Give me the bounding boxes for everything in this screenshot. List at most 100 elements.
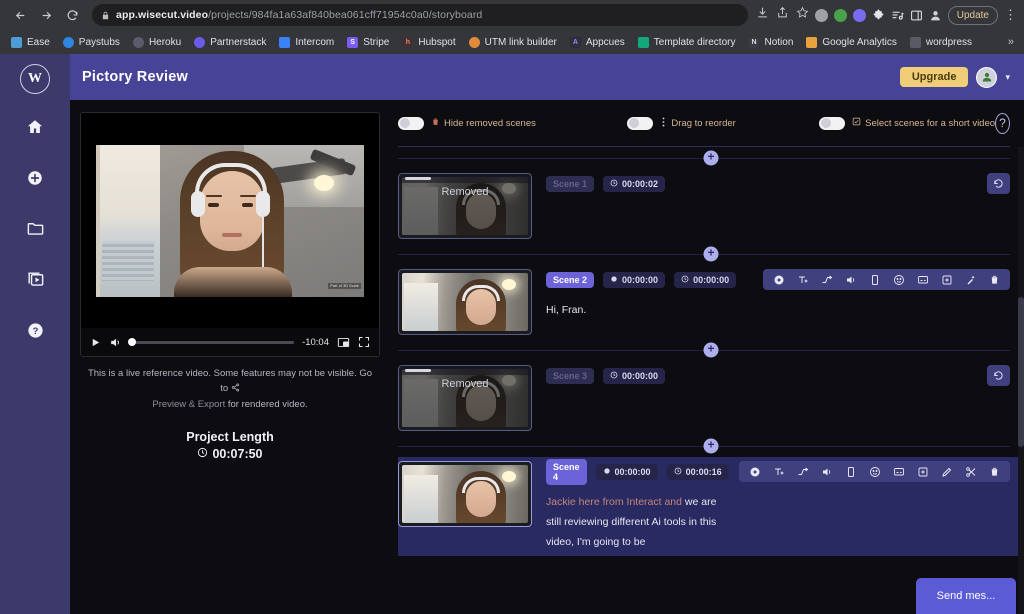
magic-wand-icon[interactable] bbox=[959, 270, 982, 289]
back-arrow-icon[interactable] bbox=[8, 3, 32, 27]
bookmarks-overflow-icon[interactable]: » bbox=[1008, 36, 1018, 48]
text-style-icon[interactable] bbox=[791, 270, 814, 289]
app-body: Part of 3D Scale -10:04 This is a live r… bbox=[70, 100, 1024, 614]
sidebar-item-video-library[interactable] bbox=[18, 265, 52, 299]
bookmark-item[interactable]: A Appcues bbox=[565, 35, 630, 50]
table-row[interactable]: Scene 2 00:00:00 00:00:00 Hi, Fran. bbox=[398, 265, 1024, 339]
scrollbar-thumb[interactable] bbox=[1018, 297, 1024, 447]
bookmark-item[interactable]: Partnerstack bbox=[189, 35, 271, 50]
sidebar-item-folder[interactable] bbox=[18, 214, 52, 248]
scene-thumbnail[interactable]: Removed bbox=[398, 173, 532, 239]
extensions-puzzle-icon[interactable] bbox=[872, 9, 885, 22]
extension-icon-3[interactable] bbox=[852, 8, 866, 22]
bookmark-item[interactable]: wordpress bbox=[905, 35, 977, 50]
crop-icon[interactable] bbox=[839, 462, 862, 481]
sticker-icon[interactable] bbox=[887, 270, 910, 289]
crop-icon[interactable] bbox=[863, 270, 886, 289]
delete-icon[interactable] bbox=[983, 462, 1006, 481]
side-panel-icon[interactable] bbox=[910, 9, 923, 22]
scene-transcript[interactable]: Hi, Fran. bbox=[546, 300, 749, 320]
bookmark-item[interactable]: Heroku bbox=[128, 35, 186, 50]
subtitle-icon[interactable] bbox=[887, 462, 910, 481]
add-scene-button[interactable]: + bbox=[703, 150, 719, 166]
sidebar-item-add[interactable] bbox=[18, 163, 52, 197]
subtitle-icon[interactable] bbox=[911, 270, 934, 289]
video-player[interactable]: Part of 3D Scale -10:04 bbox=[80, 112, 380, 357]
video-frame: Part of 3D Scale bbox=[96, 144, 364, 297]
forward-arrow-icon[interactable] bbox=[34, 3, 58, 27]
reload-icon[interactable] bbox=[60, 3, 84, 27]
add-icon bbox=[26, 169, 44, 192]
play-button[interactable] bbox=[90, 337, 101, 348]
video-stage[interactable]: Part of 3D Scale bbox=[81, 113, 379, 328]
wisecut-logo[interactable]: W bbox=[20, 64, 50, 94]
add-media-icon[interactable] bbox=[911, 462, 934, 481]
bookmark-item[interactable]: Paystubs bbox=[58, 35, 125, 50]
extension-icon-2[interactable] bbox=[833, 8, 847, 22]
address-bar[interactable]: app.wisecut.video/projects/984fa1a63af84… bbox=[92, 4, 748, 26]
reading-list-icon[interactable] bbox=[891, 9, 904, 22]
hide-removed-scenes-toggle[interactable] bbox=[398, 116, 424, 130]
delete-icon[interactable] bbox=[983, 270, 1006, 289]
play-circle-icon[interactable] bbox=[743, 462, 766, 481]
drag-to-reorder-toggle-group[interactable]: Drag to reorder bbox=[627, 116, 736, 130]
volume-icon[interactable] bbox=[815, 462, 838, 481]
chrome-menu-icon[interactable]: ⋮ bbox=[1004, 7, 1017, 23]
bookmark-item[interactable]: h Hubspot bbox=[397, 35, 460, 50]
add-scene-button[interactable]: + bbox=[703, 246, 719, 262]
volume-icon[interactable] bbox=[839, 270, 862, 289]
download-icon[interactable] bbox=[756, 6, 769, 24]
bookmark-item[interactable]: Ease bbox=[6, 35, 55, 50]
scene-duration-text: 00:00:16 bbox=[685, 466, 722, 477]
table-row[interactable]: Scene 4 00:00:00 00:00:16 Jackie here fr… bbox=[398, 457, 1024, 556]
bookmark-star-icon[interactable] bbox=[796, 6, 809, 24]
profile-avatar-icon[interactable] bbox=[929, 9, 942, 22]
scrollbar-track[interactable] bbox=[1018, 147, 1024, 614]
preview-export-link[interactable]: Preview & Export bbox=[152, 399, 225, 410]
share-icon[interactable] bbox=[776, 6, 789, 24]
bookmark-item[interactable]: Google Analytics bbox=[801, 35, 902, 50]
sticker-icon[interactable] bbox=[863, 462, 886, 481]
seek-handle[interactable] bbox=[128, 338, 136, 346]
seek-bar[interactable] bbox=[128, 338, 295, 346]
table-row[interactable]: Removed Scene 1 00:00:02 bbox=[398, 169, 1024, 243]
scene-meta: Scene 4 00:00:00 00:00:16 Jackie here fr… bbox=[546, 458, 729, 552]
select-scenes-toggle[interactable] bbox=[819, 116, 846, 130]
fullscreen-icon[interactable] bbox=[358, 336, 370, 348]
sidebar-item-home[interactable] bbox=[18, 112, 52, 146]
upgrade-button[interactable]: Upgrade bbox=[899, 67, 969, 87]
table-row[interactable]: Removed Scene 3 00:00:00 bbox=[398, 361, 1024, 435]
bookmark-item[interactable]: UTM link builder bbox=[464, 35, 562, 50]
drag-to-reorder-toggle[interactable] bbox=[627, 116, 654, 130]
transition-icon[interactable] bbox=[815, 270, 838, 289]
sidebar-item-help[interactable]: ? bbox=[18, 316, 52, 350]
volume-icon[interactable] bbox=[109, 336, 122, 349]
scissors-icon[interactable] bbox=[959, 462, 982, 481]
add-media-icon[interactable] bbox=[935, 270, 958, 289]
hide-removed-scenes-toggle-group[interactable]: Hide removed scenes bbox=[398, 116, 536, 130]
picture-in-picture-icon[interactable] bbox=[337, 336, 350, 349]
restore-icon[interactable] bbox=[987, 365, 1010, 386]
bookmark-item[interactable]: S Stripe bbox=[342, 35, 394, 50]
select-scenes-toggle-group[interactable]: Select scenes for a short video bbox=[819, 116, 995, 130]
restore-icon[interactable] bbox=[987, 173, 1010, 194]
add-scene-button[interactable]: + bbox=[703, 342, 719, 358]
update-button[interactable]: Update bbox=[947, 5, 998, 25]
scene-transcript[interactable]: Jackie here from Interact and we are sti… bbox=[546, 492, 725, 552]
bookmark-item[interactable]: N Notion bbox=[743, 35, 798, 50]
bookmark-item[interactable]: Intercom bbox=[274, 35, 339, 50]
scene-thumbnail[interactable] bbox=[398, 461, 532, 527]
extension-icon-1[interactable] bbox=[814, 8, 828, 22]
text-style-icon[interactable] bbox=[767, 462, 790, 481]
chat-send-message-button[interactable]: Send mes... bbox=[916, 578, 1016, 614]
chevron-down-icon[interactable]: ▾ bbox=[1005, 72, 1010, 83]
scene-thumbnail[interactable] bbox=[398, 269, 532, 335]
transition-icon[interactable] bbox=[791, 462, 814, 481]
play-circle-icon[interactable] bbox=[767, 270, 790, 289]
edit-pencil-icon[interactable] bbox=[935, 462, 958, 481]
avatar[interactable] bbox=[976, 66, 998, 88]
add-scene-button[interactable]: + bbox=[703, 438, 719, 454]
bookmark-item[interactable]: Template directory bbox=[633, 35, 741, 50]
scene-thumbnail[interactable]: Removed bbox=[398, 365, 532, 431]
storyboard-help-icon[interactable]: ? bbox=[995, 112, 1010, 134]
